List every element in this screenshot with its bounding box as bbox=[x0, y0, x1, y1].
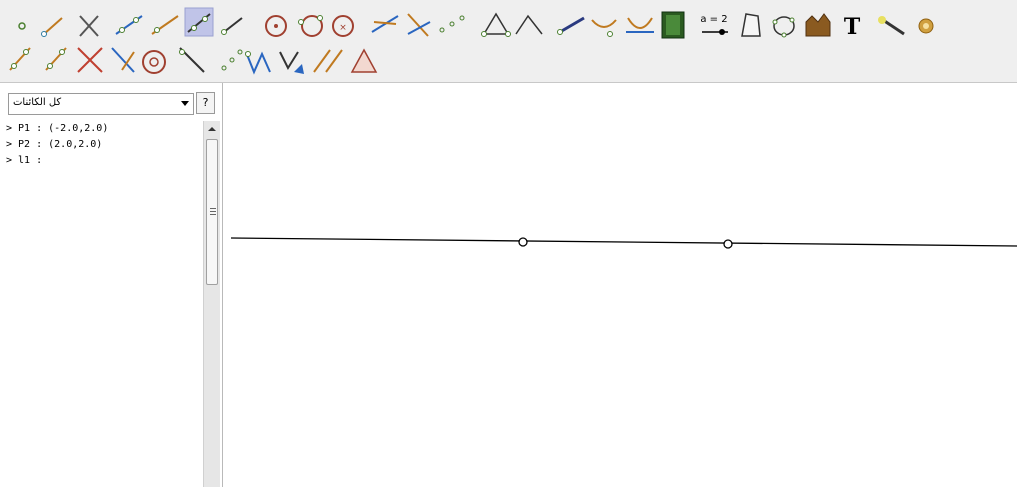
object-filter-select[interactable]: كل الكائنات bbox=[8, 93, 194, 115]
svg-text:a = 2: a = 2 bbox=[700, 14, 727, 25]
intersect-icon[interactable] bbox=[79, 15, 99, 37]
angle-bisector-icon[interactable] bbox=[407, 13, 431, 37]
polygon-icon[interactable] bbox=[481, 12, 511, 37]
slider-icon[interactable]: a = 2 bbox=[700, 14, 728, 35]
object-item-l1[interactable]: > l1 : bbox=[6, 153, 202, 169]
line-through-points-icon[interactable] bbox=[115, 15, 143, 35]
reflect-icon[interactable] bbox=[111, 47, 135, 73]
object-list: > P1 : (-2.0,2.0) > P2 : (2.0,2.0) > l1 … bbox=[6, 121, 202, 487]
locus-icon[interactable] bbox=[439, 15, 465, 33]
scroll-grip-icon bbox=[210, 208, 216, 209]
vector-polygon-icon[interactable] bbox=[279, 51, 304, 74]
translate-icon[interactable] bbox=[245, 51, 271, 75]
scroll-up-arrow-icon[interactable] bbox=[204, 121, 220, 137]
drawing-canvas[interactable] bbox=[223, 83, 1017, 487]
circle-radius-icon[interactable]: × bbox=[332, 15, 354, 37]
circle-arc-icon[interactable] bbox=[142, 50, 166, 74]
circle-three-points-icon[interactable] bbox=[298, 15, 323, 37]
midpoint-icon[interactable] bbox=[9, 47, 31, 71]
svg-text:×: × bbox=[339, 23, 347, 33]
gear-icon[interactable] bbox=[918, 18, 934, 34]
object-filter-label: كل الكائنات bbox=[13, 97, 62, 108]
vector-from-point-icon[interactable] bbox=[557, 16, 585, 35]
circle-center-point-icon[interactable] bbox=[265, 15, 287, 37]
toolbar-row-2 bbox=[0, 42, 400, 78]
cross-icon[interactable] bbox=[77, 47, 103, 73]
new-point-icon[interactable] bbox=[18, 22, 26, 30]
object-item-p1[interactable]: > P1 : (-2.0,2.0) bbox=[6, 121, 202, 137]
move-graphics-icon[interactable] bbox=[878, 16, 905, 36]
algebra-view: كل الكائنات ? > P1 : (-2.0,2.0) > P2 : (… bbox=[0, 83, 223, 487]
conic-icon[interactable] bbox=[772, 16, 795, 38]
object-item-p2[interactable]: > P2 : (2.0,2.0) bbox=[6, 137, 202, 153]
angle-icon[interactable] bbox=[515, 14, 543, 35]
help-button[interactable]: ? bbox=[196, 92, 215, 114]
rotate-icon[interactable] bbox=[313, 49, 343, 73]
line-l1[interactable] bbox=[230, 237, 1017, 247]
tangent-icon[interactable] bbox=[626, 17, 654, 33]
animation-icon[interactable] bbox=[661, 11, 685, 39]
point-p1[interactable] bbox=[518, 237, 528, 247]
text-icon[interactable]: T bbox=[844, 14, 861, 40]
line-icon[interactable] bbox=[184, 7, 214, 37]
vertical-scrollbar[interactable] bbox=[203, 121, 220, 487]
ray-icon[interactable] bbox=[151, 15, 179, 35]
svg-text:T: T bbox=[844, 14, 861, 40]
mirror-line-icon[interactable] bbox=[179, 47, 205, 73]
triangle-icon[interactable] bbox=[350, 48, 378, 73]
dots-icon[interactable] bbox=[221, 49, 243, 71]
chevron-down-icon[interactable] bbox=[181, 101, 189, 106]
toolbar: × a = 2 T bbox=[0, 0, 1017, 83]
segment-icon[interactable] bbox=[41, 17, 63, 37]
vector-icon[interactable] bbox=[221, 17, 243, 35]
quad-icon[interactable] bbox=[741, 13, 761, 37]
macro-icon[interactable] bbox=[805, 13, 831, 37]
parallel-icon[interactable] bbox=[45, 47, 67, 71]
scroll-thumb[interactable] bbox=[206, 139, 218, 285]
perpendicular-line-icon[interactable] bbox=[371, 15, 399, 33]
point-p2[interactable] bbox=[723, 239, 733, 249]
toolbar-row-1: × a = 2 T bbox=[0, 4, 960, 40]
curve-icon[interactable] bbox=[591, 19, 617, 37]
